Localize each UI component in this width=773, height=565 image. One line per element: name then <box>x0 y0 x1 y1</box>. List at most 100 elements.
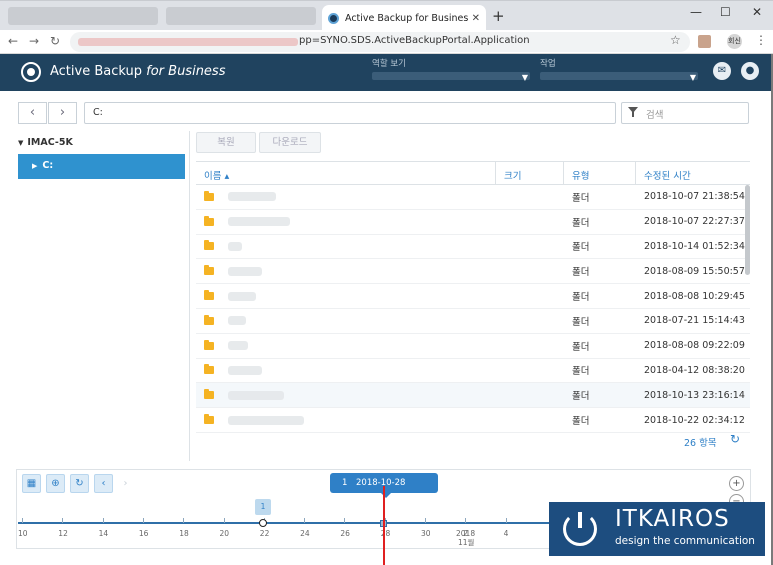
cell-modified: 2018-10-13 23:16:14 <box>644 389 745 401</box>
chevron-down-icon: ▼ <box>521 73 528 82</box>
cell-modified: 2018-08-09 15:50:57 <box>644 265 745 277</box>
cell-name <box>196 339 496 351</box>
table-row[interactable]: 폴더 2018-08-09 15:50:57 <box>196 259 750 285</box>
collapsed-arrow-icon: ▶ <box>32 162 38 170</box>
cell-name <box>196 364 496 375</box>
table-row[interactable]: 폴더 2018-07-21 15:14:43 <box>196 309 750 334</box>
cell-name <box>196 240 496 251</box>
tree-root-node[interactable]: ▼ IMAC-5K <box>18 137 73 148</box>
folder-icon <box>204 290 214 301</box>
bookmark-star-icon[interactable]: ☆ <box>670 33 681 47</box>
timeline-cursor[interactable] <box>383 486 385 565</box>
table-row[interactable]: 폴더 2018-04-12 08:38:20 <box>196 359 750 384</box>
cell-modified: 2018-10-07 22:27:37 <box>644 216 745 228</box>
tick-label: 20 <box>219 529 230 538</box>
item-count: 26 항목 <box>684 438 717 449</box>
table-scrollbar[interactable] <box>745 185 750 275</box>
expand-arrow-icon: ▼ <box>18 139 24 147</box>
table-row[interactable]: 폴더 2018-08-08 10:29:45 <box>196 284 750 309</box>
cell-name <box>196 265 496 276</box>
timeline-next-button[interactable]: › <box>116 474 135 493</box>
table-row[interactable]: 폴더 2018-10-07 21:38:54 <box>196 185 750 210</box>
tick-mark <box>223 518 225 523</box>
power-logo-bar <box>578 512 582 528</box>
active-backup-logo-icon <box>21 62 41 82</box>
cell-modified: 2018-04-12 08:38:20 <box>644 364 745 376</box>
cell-modified: 2018-10-14 01:52:34 <box>644 240 745 252</box>
blurred-filename <box>228 192 276 202</box>
download-button[interactable]: 다운로드 <box>259 132 321 153</box>
tick-mark <box>304 518 306 523</box>
blurred-tab[interactable] <box>166 7 316 25</box>
message-icon[interactable]: ✉ <box>713 62 731 80</box>
reload-icon[interactable]: ↻ <box>50 34 60 48</box>
back-button[interactable]: ‹ <box>18 102 47 124</box>
locate-icon[interactable]: ⊕ <box>46 474 65 493</box>
filter-icon-stem <box>632 112 634 117</box>
blurred-filename <box>228 415 304 425</box>
tree-node-selected[interactable]: ▶ C: <box>18 154 185 179</box>
blurred-tab[interactable] <box>8 7 158 25</box>
job-label: 작업 <box>540 59 556 69</box>
back-arrow-icon[interactable]: ← <box>8 34 18 48</box>
blurred-filename <box>228 316 246 326</box>
folder-icon <box>204 339 214 350</box>
forward-arrow-icon[interactable]: → <box>29 34 39 48</box>
user-icon[interactable]: ● <box>741 62 759 80</box>
maximize-button[interactable]: ☐ <box>720 5 731 19</box>
tick-label: 22 <box>259 529 270 538</box>
table-row[interactable]: 폴더 2018-08-08 09:22:09 <box>196 334 750 359</box>
search-input[interactable]: 검색 <box>621 102 749 124</box>
table-row[interactable]: 폴더 2018-10-22 02:34:12 <box>196 408 750 433</box>
cell-type: 폴더 <box>572 391 590 403</box>
cell-type: 폴더 <box>572 242 590 254</box>
refresh-timeline-icon[interactable]: ↻ <box>70 474 89 493</box>
cell-name <box>196 290 496 301</box>
tick-mark <box>425 518 426 523</box>
pane-divider[interactable] <box>189 131 190 461</box>
tick-mark <box>465 518 467 523</box>
refresh-icon[interactable]: ↻ <box>730 432 740 446</box>
column-type-header[interactable]: 유형 <box>564 162 636 184</box>
version-pin[interactable]: 1 <box>255 499 271 515</box>
tab-close-icon[interactable]: ✕ <box>472 13 480 24</box>
path-field[interactable]: C: <box>84 102 616 124</box>
tick-mark <box>102 518 104 523</box>
tick-label: 4 <box>503 529 509 538</box>
itkairos-watermark: ITKAIROS design the communication <box>549 502 765 556</box>
new-tab-button[interactable]: + <box>492 9 505 24</box>
app-title-main: Active Backup <box>50 64 142 79</box>
version-point[interactable] <box>259 519 267 527</box>
table-row[interactable]: 폴더 2018-10-13 23:16:14 <box>196 383 750 409</box>
table-row[interactable]: 폴더 2018-10-07 22:27:37 <box>196 210 750 235</box>
url-field[interactable]: pp=SYNO.SDS.ActiveBackupPortal.Applicati… <box>70 32 690 52</box>
blurred-filename <box>228 390 284 400</box>
calendar-icon[interactable]: ▦ <box>22 474 41 493</box>
cell-type: 폴더 <box>572 217 590 229</box>
role-view-select[interactable]: 역할 보기 ▼ <box>372 57 530 88</box>
role-view-label: 역할 보기 <box>372 59 406 69</box>
browser-menu-icon[interactable]: ⋮ <box>755 33 767 47</box>
tick-label: 16 <box>138 529 149 538</box>
profile-avatar[interactable]: 회신 <box>727 34 742 49</box>
active-tab[interactable]: Active Backup for Business Portal ✕ <box>322 5 486 31</box>
column-modified-header[interactable]: 수정된 시간 <box>636 162 750 184</box>
app-title: Active Backup for Business <box>50 64 225 79</box>
extension-icon[interactable] <box>698 35 711 48</box>
forward-button[interactable]: › <box>48 102 77 124</box>
zoom-in-icon[interactable]: + <box>729 476 744 491</box>
minimize-button[interactable]: — <box>690 5 702 19</box>
column-size-header[interactable]: 크기 <box>496 162 564 184</box>
timeline-prev-button[interactable]: ‹ <box>94 474 113 493</box>
version-timestamp: 2018-10-28 00:23:20 <box>356 478 406 508</box>
cell-name <box>196 389 496 400</box>
table-row[interactable]: 폴더 2018-10-14 01:52:34 <box>196 235 750 260</box>
cell-type: 폴더 <box>572 341 590 353</box>
column-name-header[interactable]: 이름 ▴ <box>196 162 496 184</box>
job-select[interactable]: 작업 ▼ <box>540 57 698 88</box>
cell-name <box>196 414 496 425</box>
restore-button[interactable]: 복원 <box>196 132 256 153</box>
close-window-button[interactable]: ✕ <box>752 5 762 19</box>
folder-icon <box>204 389 214 400</box>
tick-mark <box>505 518 507 523</box>
